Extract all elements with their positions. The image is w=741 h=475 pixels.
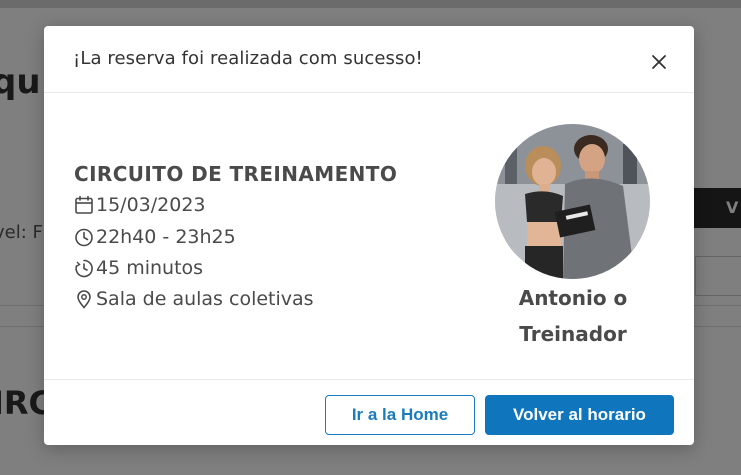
class-time: 22h40 - 23h25 [96,226,236,248]
trainer-name: Antonio o Treinador [518,286,628,346]
modal-header: ¡La reserva foi realizada com sucesso! [44,26,694,93]
class-room-row: Sala de aulas coletivas [74,288,314,310]
timer-icon [74,258,94,278]
trainer-avatar [495,124,650,279]
class-room: Sala de aulas coletivas [96,288,314,310]
location-pin-icon [74,289,94,309]
class-duration-row: 45 minutos [74,257,203,279]
class-duration: 45 minutos [96,257,204,279]
calendar-icon [74,195,94,215]
close-icon [652,55,666,69]
booking-success-modal: ¡La reserva foi realizada com sucesso! C… [44,26,694,445]
modal-title: ¡La reserva foi realizada com sucesso! [73,48,423,69]
modal-footer: Ir a la Home Volver al horario [44,379,694,445]
clock-icon [74,227,94,247]
class-date-row: 15/03/2023 [74,194,206,216]
go-home-button[interactable]: Ir a la Home [325,395,475,435]
back-to-schedule-button[interactable]: Volver al horario [485,395,674,435]
class-name: CIRCUITO DE TREINAMENTO [74,162,398,186]
class-date: 15/03/2023 [96,194,206,216]
class-time-row: 22h40 - 23h25 [74,226,236,248]
close-button[interactable] [647,50,671,74]
